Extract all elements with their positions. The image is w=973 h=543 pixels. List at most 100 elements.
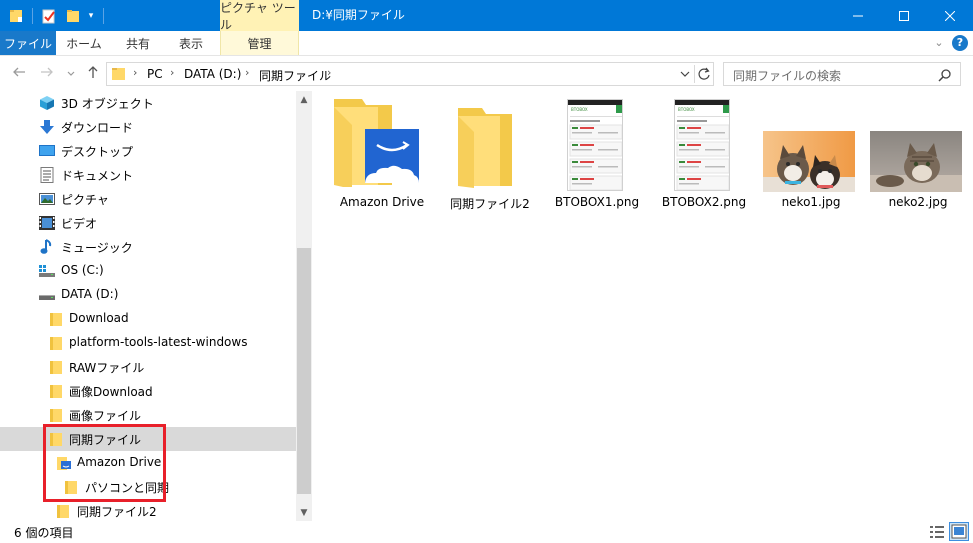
folder-icon [48, 431, 64, 447]
nav-item-downloads[interactable]: ダウンロード [0, 115, 296, 139]
breadcrumb-separator-icon[interactable]: › [245, 66, 249, 79]
help-icon[interactable]: ? [952, 35, 968, 51]
nav-label: OS (C:) [61, 263, 104, 277]
scroll-down-icon[interactable]: ▼ [296, 504, 312, 521]
file-item-sync-folder-2[interactable]: 同期ファイル2 [440, 91, 540, 216]
png-thumbnail: BTOBOX [567, 99, 623, 191]
folder-icon [48, 383, 64, 399]
drive-c-icon [39, 263, 55, 279]
ribbon-tab-bar: ファイル ホーム 共有 表示 管理 ⌄ ? [0, 31, 973, 56]
jpg-thumbnail [870, 131, 962, 192]
jpg-thumbnail [763, 131, 855, 192]
folder-icon [63, 479, 79, 495]
nav-item-platform-tools[interactable]: platform-tools-latest-windows [0, 331, 296, 355]
nav-item-sync-folder-2[interactable]: 同期ファイル2 [0, 499, 296, 521]
png-thumbnail: BTOBOX [674, 99, 730, 191]
nav-item-image-download[interactable]: 画像Download [0, 379, 296, 403]
file-item-btobox2[interactable]: BTOBOX BTOBOX2.png [654, 91, 754, 216]
address-history-dropdown-icon[interactable] [679, 68, 691, 80]
nav-item-pc-sync[interactable]: パソコンと同期 [0, 475, 296, 499]
details-view-icon[interactable] [929, 524, 945, 540]
tab-share[interactable]: 共有 [114, 31, 162, 55]
nav-label: ピクチャ [61, 193, 109, 207]
breadcrumb-pc[interactable]: PC [147, 67, 163, 81]
breadcrumb-data-drive[interactable]: DATA (D:) [184, 67, 241, 81]
breadcrumb-separator-icon[interactable]: › [170, 66, 174, 79]
file-name: BTOBOX1.png [554, 195, 640, 209]
file-name: neko2.jpg [888, 195, 948, 209]
file-item-neko1[interactable]: neko1.jpg [761, 91, 861, 216]
refresh-icon[interactable] [697, 67, 711, 81]
tab-file[interactable]: ファイル [0, 31, 56, 55]
forward-arrow-icon[interactable] [40, 65, 54, 83]
breadcrumb-separator-icon[interactable]: › [327, 66, 331, 79]
nav-item-sync-folder[interactable]: 同期ファイル [0, 427, 296, 451]
nav-item-amazon-drive[interactable]: Amazon Drive [0, 451, 296, 475]
title-bar: ▾ ピクチャ ツール D:¥同期ファイル [0, 0, 973, 32]
tab-home[interactable]: ホーム [60, 31, 108, 55]
nav-item-raw-files[interactable]: RAWファイル [0, 355, 296, 379]
address-bar[interactable]: › PC › DATA (D:) › 同期ファイル › [106, 62, 714, 86]
recent-locations-icon[interactable] [66, 67, 76, 83]
amazon-drive-folder-icon [332, 97, 424, 189]
minimize-icon [853, 15, 863, 16]
navigation-pane: 3D オブジェクト ダウンロード デスクトップ ドキュメント ピクチャ ビデオ … [0, 91, 296, 521]
back-arrow-icon[interactable] [12, 65, 26, 83]
nav-label: RAWファイル [69, 361, 145, 375]
nav-item-drive-d[interactable]: DATA (D:) [0, 283, 296, 307]
file-name: Amazon Drive [339, 195, 425, 209]
nav-item-music[interactable]: ミュージック [0, 235, 296, 259]
expand-ribbon-icon[interactable]: ⌄ [932, 36, 946, 50]
file-item-btobox1[interactable]: BTOBOX BTOBOX1.png [547, 91, 647, 216]
desktop-icon [39, 143, 55, 159]
explorer-folder-icon[interactable] [8, 8, 24, 24]
nav-pane-scrollbar[interactable]: ▲ ▼ [296, 91, 312, 521]
up-arrow-icon[interactable] [86, 65, 100, 83]
search-icon[interactable] [938, 68, 952, 82]
scroll-thumb[interactable] [297, 248, 311, 494]
maximize-icon [899, 10, 909, 21]
file-item-neko2[interactable]: neko2.jpg [868, 91, 968, 216]
nav-item-3d-objects[interactable]: 3D オブジェクト [0, 91, 296, 115]
window-title: D:¥同期ファイル [312, 8, 405, 22]
tab-view[interactable]: 表示 [167, 31, 215, 55]
breadcrumb-sync-folder[interactable]: 同期ファイル [259, 67, 331, 84]
properties-icon[interactable] [41, 8, 57, 24]
file-item-amazon-drive[interactable]: Amazon Drive [332, 91, 432, 216]
picture-tools-header: ピクチャ ツール [220, 0, 299, 32]
folder-icon [456, 106, 518, 188]
nav-item-image-files[interactable]: 画像ファイル [0, 403, 296, 427]
nav-label: 同期ファイル [69, 433, 142, 447]
nav-label: platform-tools-latest-windows [69, 335, 248, 349]
drive-d-icon [39, 287, 55, 303]
new-folder-icon[interactable] [65, 8, 81, 24]
nav-label: ミュージック [61, 241, 133, 255]
file-list: Amazon Drive 同期ファイル2 BTOBOX BTOBOX1.png … [312, 91, 973, 521]
folder-icon [48, 359, 64, 375]
nav-item-videos[interactable]: ビデオ [0, 211, 296, 235]
maximize-button[interactable] [881, 0, 927, 31]
close-icon [945, 10, 955, 21]
quick-access-toolbar: ▾ [8, 6, 104, 26]
nav-item-drive-c[interactable]: OS (C:) [0, 259, 296, 283]
customize-toolbar-icon[interactable]: ▾ [85, 8, 97, 24]
nav-label: ビデオ [61, 217, 98, 231]
item-count: 6 個の項目 [14, 526, 74, 540]
file-name: neko1.jpg [781, 195, 841, 209]
nav-item-documents[interactable]: ドキュメント [0, 163, 296, 187]
nav-item-desktop[interactable]: デスクトップ [0, 139, 296, 163]
search-input[interactable]: 同期ファイルの検索 [733, 67, 841, 84]
breadcrumb-separator-icon[interactable]: › [133, 66, 137, 79]
tab-manage[interactable]: 管理 [220, 31, 299, 55]
minimize-button[interactable] [835, 0, 881, 31]
close-button[interactable] [927, 0, 973, 31]
folder-icon [48, 407, 64, 423]
videos-icon [39, 215, 55, 231]
nav-item-download-folder[interactable]: Download [0, 307, 296, 331]
scroll-up-icon[interactable]: ▲ [296, 91, 312, 108]
nav-label: ダウンロード [61, 121, 134, 135]
search-box[interactable]: 同期ファイルの検索 [723, 62, 961, 86]
large-icons-view-icon[interactable] [949, 522, 969, 541]
nav-item-pictures[interactable]: ピクチャ [0, 187, 296, 211]
file-name: 同期ファイル2 [450, 197, 530, 211]
